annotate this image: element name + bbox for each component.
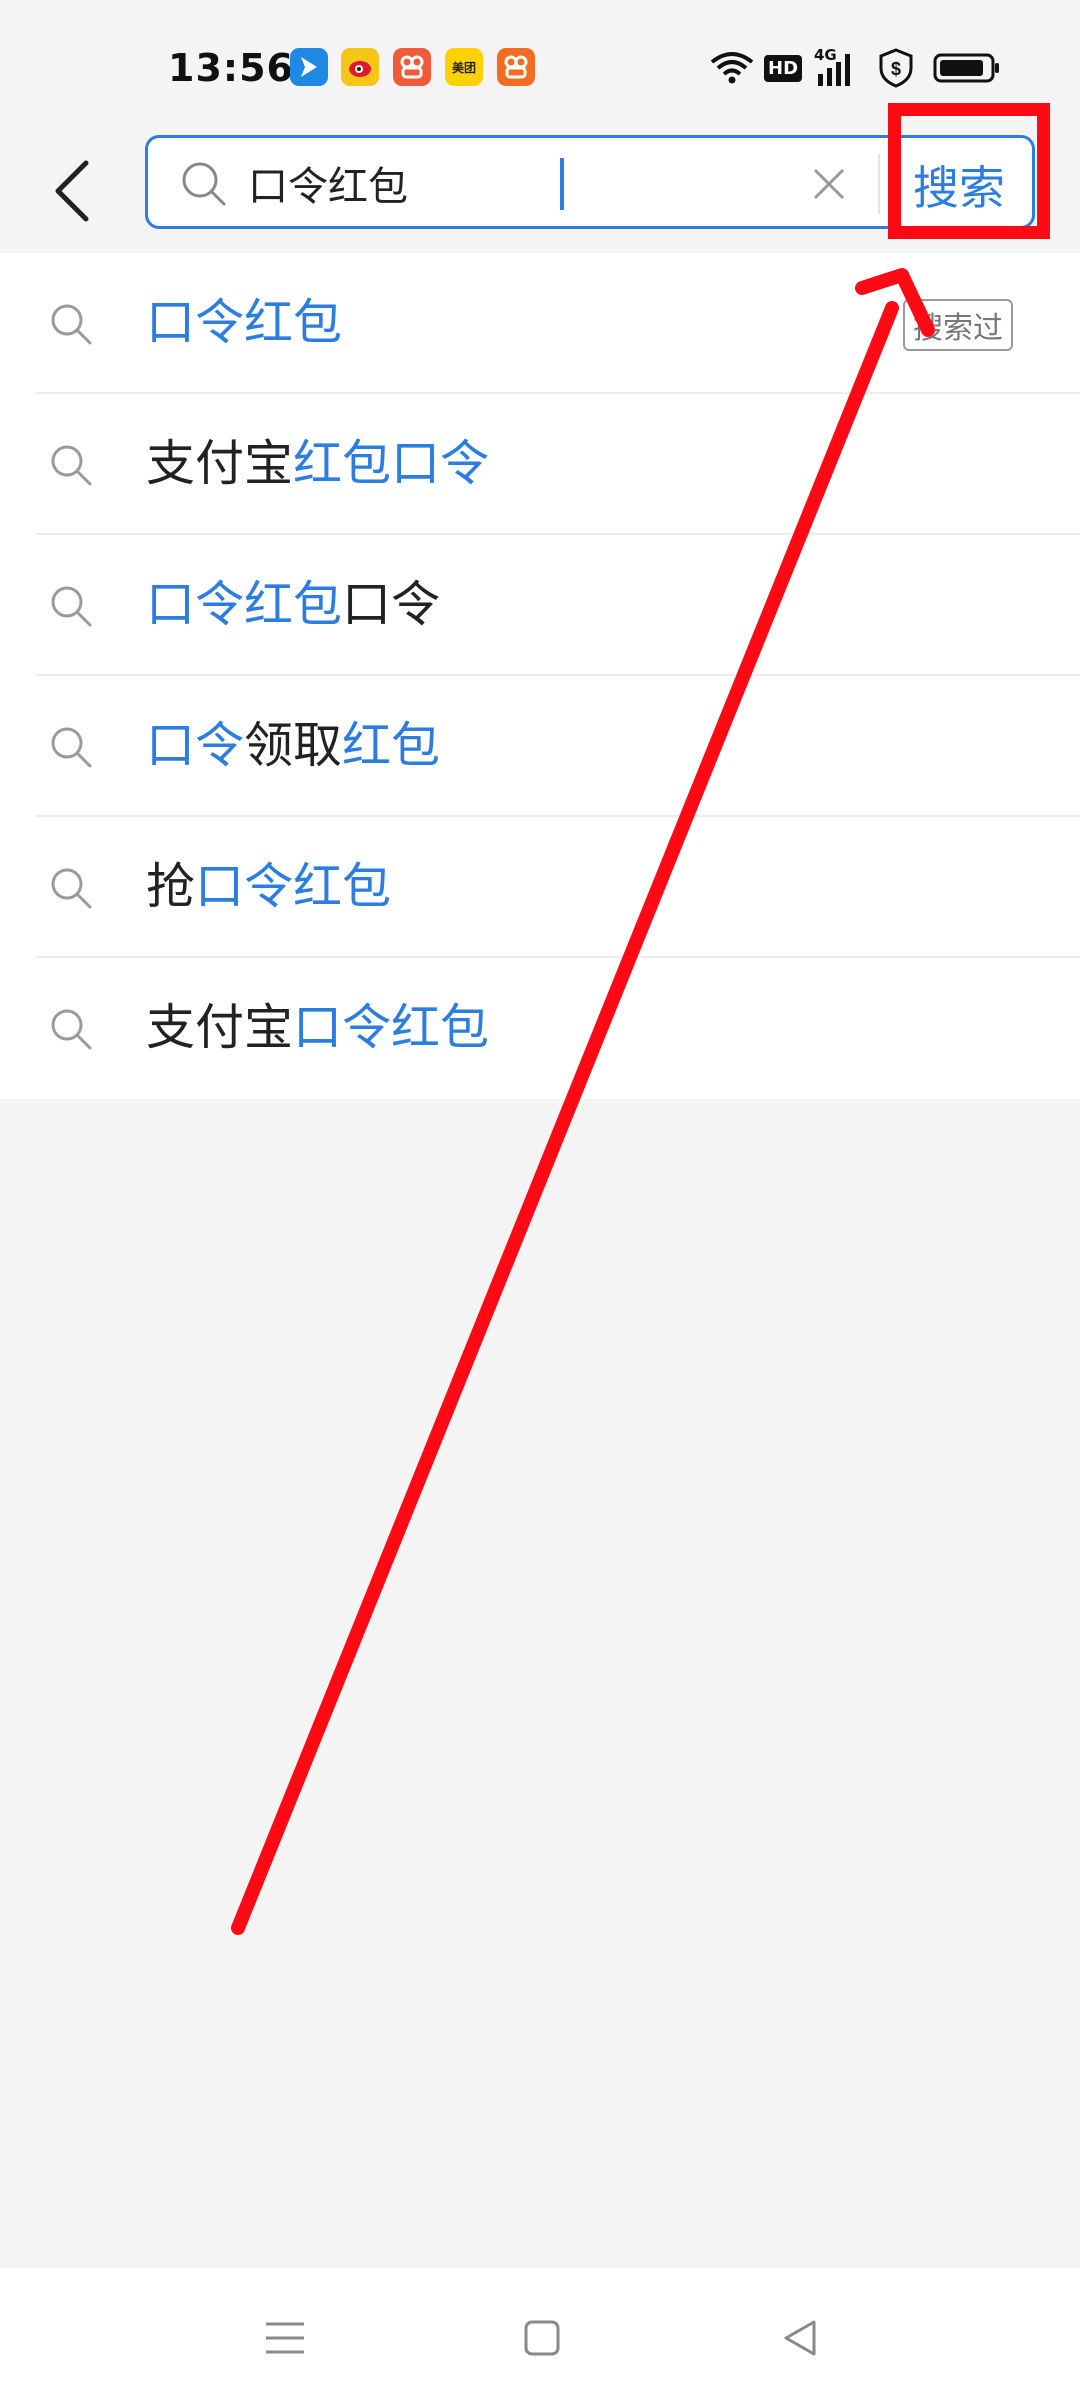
search-icon: [48, 724, 94, 774]
search-box[interactable]: 搜索: [145, 135, 1035, 229]
search-input[interactable]: [248, 150, 898, 216]
battery-icon: [932, 48, 1002, 88]
highlighted-keyword: 口令红包: [195, 858, 392, 915]
close-icon[interactable]: [803, 158, 855, 210]
suggestion-item[interactable]: 口令红包 搜索过: [0, 253, 1080, 394]
kuaishou-icon: [393, 48, 431, 86]
meituan-label: 美团: [451, 60, 476, 75]
home-icon[interactable]: [512, 2308, 572, 2368]
search-icon: [180, 160, 228, 212]
search-icon: [48, 442, 94, 492]
highlighted-keyword: 红包: [342, 717, 441, 774]
feishu-icon: [290, 48, 328, 86]
signal-icon: 4G: [814, 46, 860, 88]
suggestion-item[interactable]: 抢口令红包: [0, 817, 1080, 958]
search-icon: [48, 1006, 94, 1056]
search-icon: [48, 865, 94, 915]
kuaishou-icon: [497, 48, 535, 86]
searched-badge: 搜索过: [903, 299, 1013, 351]
navigation-bar: [0, 2268, 1080, 2400]
shield-dollar-icon: $: [876, 48, 916, 88]
search-icon: [48, 301, 94, 351]
search-header: 搜索: [0, 135, 1080, 253]
highlighted-keyword: 红包口令: [293, 435, 490, 492]
suggestion-item[interactable]: 口令红包口令: [0, 535, 1080, 676]
highlighted-keyword: 口令红包: [146, 294, 343, 351]
status-bar: 13:56 美团 HD 4G $: [0, 0, 1080, 135]
svg-text:$: $: [891, 59, 901, 79]
suggestion-text-part: 口令: [342, 576, 441, 633]
hd-icon: HD: [764, 48, 803, 88]
weibo-icon: [341, 48, 379, 86]
suggestion-text: 口令红包: [146, 293, 342, 353]
search-button[interactable]: 搜索: [913, 152, 1005, 218]
chevron-left-icon[interactable]: [42, 151, 102, 231]
suggestion-text-part: 支付宝: [146, 435, 294, 492]
suggestion-item[interactable]: 口令领取红包: [0, 676, 1080, 817]
suggestion-list: 口令红包 搜索过 支付宝红包口令 口令红包口令 口令领取红包 抢口令红包 支付宝口令红包: [0, 253, 1080, 1099]
menu-icon[interactable]: [255, 2308, 315, 2368]
suggestion-text: 支付宝口令红包: [146, 998, 489, 1058]
highlighted-keyword: 口令红包: [146, 576, 343, 633]
suggestion-item[interactable]: 支付宝红包口令: [0, 394, 1080, 535]
search-icon: [48, 583, 94, 633]
suggestion-text: 口令领取红包: [146, 716, 440, 776]
back-triangle-icon[interactable]: [770, 2308, 830, 2368]
hd-label: HD: [764, 54, 803, 82]
suggestion-item[interactable]: 支付宝口令红包: [0, 958, 1080, 1099]
highlighted-keyword: 口令红包: [293, 999, 490, 1056]
suggestion-text: 支付宝红包口令: [146, 434, 489, 494]
divider: [878, 154, 880, 214]
highlighted-keyword: 口令: [146, 717, 245, 774]
status-time: 13:56: [168, 46, 294, 90]
suggestion-text-part: 支付宝: [146, 999, 294, 1056]
suggestion-text-part: 领取: [244, 717, 343, 774]
suggestion-text-part: 抢: [146, 858, 196, 915]
wifi-icon: [708, 48, 756, 88]
text-caret: [560, 158, 564, 210]
suggestion-text: 抢口令红包: [146, 857, 391, 917]
meituan-icon: 美团: [445, 48, 483, 86]
suggestion-text: 口令红包口令: [146, 575, 440, 635]
